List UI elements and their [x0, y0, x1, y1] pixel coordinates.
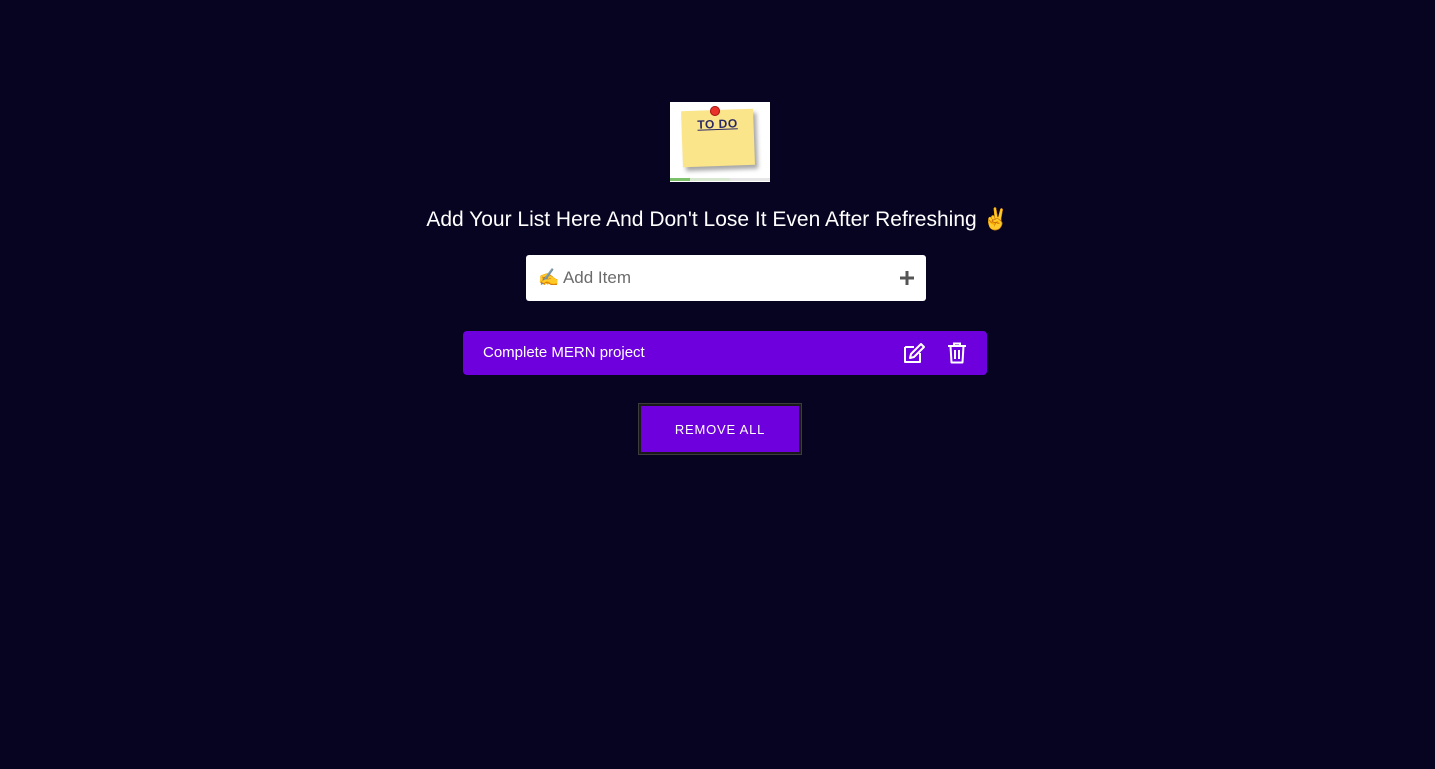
- logo-footer-strip: [670, 178, 770, 181]
- trash-icon[interactable]: [947, 342, 967, 364]
- pushpin-icon: [710, 106, 720, 116]
- add-item-box: [526, 255, 926, 301]
- edit-icon[interactable]: [902, 342, 926, 364]
- todo-logo: TO DO: [670, 102, 770, 182]
- page-heading: Add Your List Here And Don't Lose It Eve…: [426, 208, 1009, 231]
- sticky-note-image: TO DO: [681, 108, 755, 168]
- logo-text: TO DO: [697, 116, 738, 132]
- plus-icon[interactable]: [898, 269, 916, 287]
- list-item-label: Complete MERN project: [483, 344, 645, 361]
- add-item-input[interactable]: [538, 255, 888, 301]
- todo-page: TO DO Add Your List Here And Don't Lose …: [0, 0, 1435, 769]
- remove-all-button[interactable]: REMOVE ALL: [639, 404, 801, 454]
- list-item: Complete MERN project: [463, 331, 987, 375]
